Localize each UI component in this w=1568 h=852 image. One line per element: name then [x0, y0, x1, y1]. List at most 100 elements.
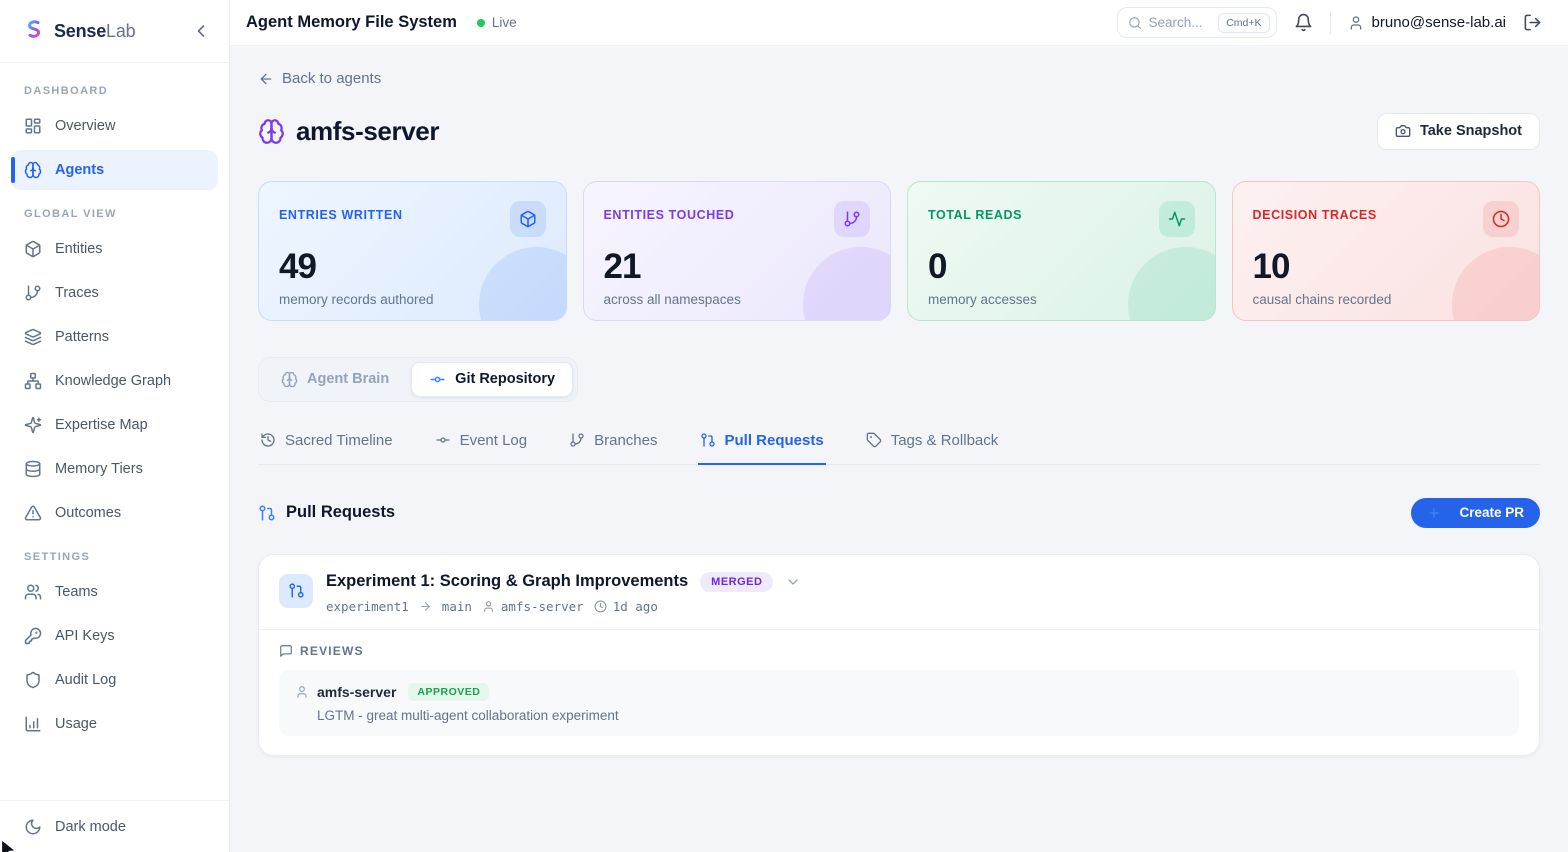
stat-label: ENTRIES WRITTEN	[279, 208, 403, 222]
sidebar-item-knowledge-graph[interactable]: Knowledge Graph	[11, 361, 218, 401]
search-input[interactable]	[1149, 15, 1212, 30]
sidebar-item-memory-tiers[interactable]: Memory Tiers	[11, 449, 218, 489]
tab-label: Sacred Timeline	[285, 432, 393, 449]
pr-time: 1d ago	[613, 599, 658, 614]
tab-event-log[interactable]: Event Log	[433, 423, 530, 465]
chevron-down-icon[interactable]	[785, 574, 801, 590]
reviewer-name: amfs-server	[317, 684, 396, 700]
topbar-divider	[1330, 12, 1331, 34]
message-square-icon	[279, 644, 293, 658]
stat-label: TOTAL READS	[928, 208, 1022, 222]
stat-icon-chip	[1159, 201, 1195, 237]
toggle-agent-brain[interactable]: Agent Brain	[263, 362, 407, 397]
stat-card-total-reads: TOTAL READS 0 memory accesses	[907, 181, 1216, 321]
stat-icon-chip	[1483, 201, 1519, 237]
notifications-button[interactable]	[1294, 13, 1313, 32]
user-icon	[1348, 15, 1364, 31]
search-box[interactable]: Cmd+K	[1117, 7, 1277, 38]
git-commit-icon	[435, 432, 451, 448]
user-menu[interactable]: bruno@sense-lab.ai	[1348, 14, 1506, 31]
logout-button[interactable]	[1523, 13, 1542, 32]
user-icon	[295, 685, 309, 699]
back-to-agents-link[interactable]: Back to agents	[258, 70, 381, 87]
sidebar-footer: Dark mode	[0, 800, 229, 852]
pr-title: Experiment 1: Scoring & Graph Improvemen…	[326, 572, 688, 591]
pull-request-header[interactable]: Experiment 1: Scoring & Graph Improvemen…	[259, 555, 1539, 629]
history-icon	[260, 432, 276, 448]
stat-card-entries-written: ENTRIES WRITTEN 49 memory records author…	[258, 181, 567, 321]
sidebar-item-patterns[interactable]: Patterns	[11, 317, 218, 357]
live-label: Live	[492, 15, 517, 30]
alert-triangle-icon	[24, 504, 42, 522]
git-commit-icon	[429, 371, 446, 388]
pr-reviews-section: REVIEWS amfs-server APPROVED LGTM - grea…	[259, 630, 1539, 755]
dark-mode-toggle[interactable]: Dark mode	[11, 807, 218, 847]
sidebar-item-overview[interactable]: Overview	[11, 106, 218, 146]
toggle-git-repository[interactable]: Git Repository	[411, 362, 573, 397]
sidebar-item-label: Traces	[55, 285, 99, 301]
tab-tags-rollback[interactable]: Tags & Rollback	[864, 423, 1001, 465]
sidebar-section-global-view: GLOBAL VIEW	[24, 208, 205, 220]
app-title: Agent Memory File System	[246, 13, 457, 32]
sidebar-section-dashboard: DASHBOARD	[24, 85, 205, 97]
sidebar-item-api-keys[interactable]: API Keys	[11, 616, 218, 656]
review-item: amfs-server APPROVED LGTM - great multi-…	[279, 670, 1519, 736]
sidebar-item-agents[interactable]: Agents	[11, 150, 218, 190]
sidebar-item-label: Patterns	[55, 329, 109, 345]
brain-icon	[24, 161, 42, 179]
live-dot	[477, 19, 485, 27]
network-icon	[24, 372, 42, 390]
sidebar-item-teams[interactable]: Teams	[11, 572, 218, 612]
stat-icon-chip	[510, 201, 546, 237]
take-snapshot-label: Take Snapshot	[1420, 123, 1522, 139]
sidebar-item-label: Entities	[55, 241, 103, 257]
toggle-label: Agent Brain	[307, 371, 389, 387]
git-branch-icon	[569, 432, 585, 448]
layers-icon	[24, 328, 42, 346]
agent-brain-icon	[258, 118, 285, 145]
sidebar-item-label: Teams	[55, 584, 98, 600]
review-status-badge: APPROVED	[408, 683, 489, 701]
stat-label: ENTITIES TOUCHED	[604, 208, 735, 222]
tab-label: Pull Requests	[725, 432, 824, 449]
sidebar-item-entities[interactable]: Entities	[11, 229, 218, 269]
create-pr-button[interactable]: Create PR	[1411, 498, 1540, 528]
git-pull-request-icon	[700, 432, 716, 448]
sidebar: SenseLab DASHBOARD Overview Agents GLOBA…	[0, 0, 230, 852]
user-icon	[482, 600, 495, 613]
take-snapshot-button[interactable]: Take Snapshot	[1377, 113, 1540, 150]
tab-sacred-timeline[interactable]: Sacred Timeline	[258, 423, 395, 465]
sidebar-item-label: Expertise Map	[55, 417, 148, 433]
sidebar-item-outcomes[interactable]: Outcomes	[11, 493, 218, 533]
plus-icon	[1427, 506, 1441, 520]
section-title: Pull Requests	[286, 503, 395, 522]
box-icon	[519, 210, 537, 228]
arrow-left-icon	[258, 71, 274, 87]
sidebar-item-label: Agents	[55, 162, 104, 178]
tab-pull-requests[interactable]: Pull Requests	[698, 423, 826, 465]
sidebar-collapse-button[interactable]	[191, 21, 211, 41]
camera-icon	[1395, 123, 1411, 139]
stats-grid: ENTRIES WRITTEN 49 memory records author…	[258, 181, 1540, 321]
pr-author: amfs-server	[501, 599, 584, 614]
sidebar-item-audit-log[interactable]: Audit Log	[11, 660, 218, 700]
stat-card-entities-touched: ENTITIES TOUCHED 21 across all namespace…	[583, 181, 892, 321]
git-pull-request-icon	[258, 504, 276, 522]
sidebar-item-usage[interactable]: Usage	[11, 704, 218, 744]
layout-dashboard-icon	[24, 117, 42, 135]
database-icon	[24, 460, 42, 478]
sidebar-item-traces[interactable]: Traces	[11, 273, 218, 313]
tab-branches[interactable]: Branches	[567, 423, 659, 465]
brand-logo[interactable]: SenseLab	[22, 19, 135, 43]
sidebar-item-label: Audit Log	[55, 672, 116, 688]
clock-icon	[1492, 210, 1510, 228]
toggle-label: Git Repository	[455, 371, 555, 387]
stat-label: DECISION TRACES	[1253, 208, 1377, 222]
git-pull-request-icon	[288, 582, 305, 599]
sidebar-item-label: Knowledge Graph	[55, 373, 171, 389]
sidebar-item-expertise-map[interactable]: Expertise Map	[11, 405, 218, 445]
sidebar-header: SenseLab	[0, 0, 229, 63]
git-tabs: Sacred Timeline Event Log Branches Pull …	[258, 423, 1540, 465]
dark-mode-label: Dark mode	[55, 819, 126, 835]
sidebar-item-label: Memory Tiers	[55, 461, 143, 477]
